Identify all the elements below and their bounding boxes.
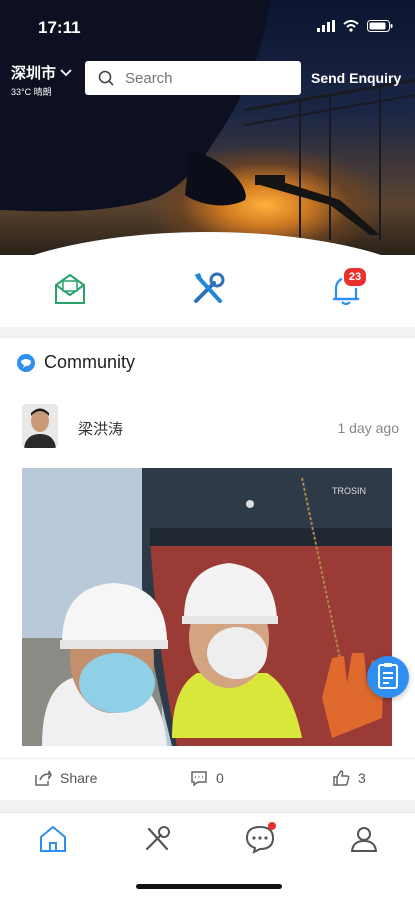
user-avatar-image	[22, 404, 58, 448]
inbox-button[interactable]	[50, 269, 90, 309]
home-icon	[40, 825, 66, 852]
thumbs-up-icon	[333, 770, 350, 786]
search-icon	[98, 70, 114, 86]
status-icons	[317, 20, 393, 32]
search-input[interactable]	[123, 68, 297, 88]
post-time: 1 day ago	[337, 420, 400, 436]
signal-icon	[317, 20, 335, 32]
community-chat-icon	[17, 353, 35, 372]
community-card: Community 梁洪涛 1 day ago TROSIN Share 0 3	[0, 338, 415, 800]
city-name: 深圳市	[11, 65, 57, 82]
tools-icon	[145, 826, 170, 851]
tools-icon	[194, 272, 225, 303]
enquiry-form-fab[interactable]	[367, 656, 409, 698]
wifi-icon	[343, 20, 359, 32]
home-indicator	[136, 884, 282, 889]
tab-home[interactable]	[37, 823, 69, 855]
chevron-down-icon	[60, 68, 72, 76]
service-tools-button[interactable]	[188, 269, 228, 309]
svg-text:TROSIN: TROSIN	[332, 486, 366, 496]
like-button[interactable]: 3	[332, 769, 366, 787]
ship-selfie-image: TROSIN	[22, 468, 392, 746]
tab-services[interactable]	[141, 823, 173, 855]
post-photo[interactable]: TROSIN	[22, 468, 392, 746]
share-label: Share	[60, 770, 98, 786]
search-bar[interactable]	[85, 61, 301, 95]
profile-icon	[350, 827, 378, 852]
post-actions: Share 0 3	[0, 758, 415, 801]
location-selector[interactable]: 深圳市 33°C 晴朗	[11, 62, 72, 98]
like-count: 3	[358, 770, 366, 786]
send-enquiry-button[interactable]: Send Enquiry	[311, 70, 401, 86]
battery-icon	[367, 20, 393, 32]
clipboard-icon	[378, 663, 398, 689]
post-author[interactable]: 梁洪涛	[78, 418, 123, 439]
comment-icon	[191, 771, 207, 787]
status-time: 17:11	[38, 18, 81, 37]
mail-envelope-icon	[55, 273, 85, 304]
comment-button[interactable]: 0	[190, 769, 224, 787]
community-title: Community	[44, 352, 136, 372]
weather-label: 33°C 晴朗	[11, 87, 52, 97]
status-bar: 17:11	[0, 14, 415, 40]
city-label[interactable]: 深圳市	[11, 62, 72, 83]
comment-count: 0	[216, 770, 224, 786]
avatar[interactable]	[22, 404, 58, 448]
share-button[interactable]: Share	[34, 769, 97, 787]
messages-unread-dot	[268, 822, 276, 830]
community-header: Community	[16, 352, 135, 373]
tab-profile[interactable]	[348, 823, 380, 855]
share-icon	[35, 770, 52, 786]
notification-badge: 23	[342, 266, 368, 288]
